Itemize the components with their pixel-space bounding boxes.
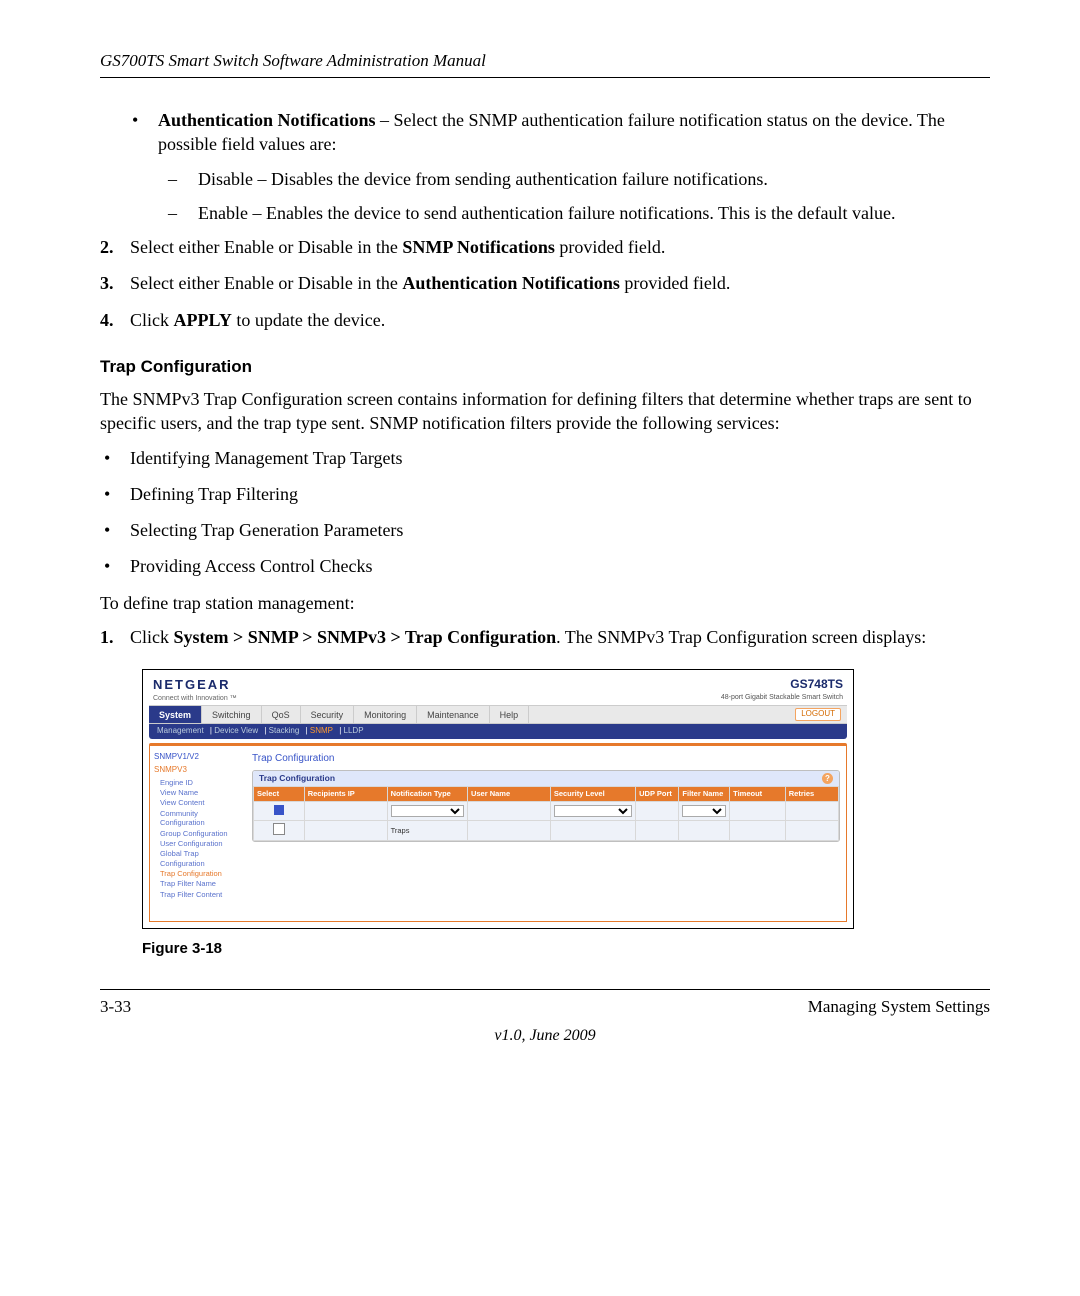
trap-config-panel: Trap Configuration ? Select Recipients I… (252, 770, 840, 843)
secondary-nav: Management | Device View | Stacking | SN… (149, 724, 847, 739)
service-item: Defining Trap Filtering (130, 482, 990, 506)
table-row: Traps (254, 821, 839, 841)
panel-title: Trap Configuration (259, 773, 335, 784)
step-4: 4. Click APPLY to update the device. (130, 308, 990, 332)
figure-caption: Figure 3-18 (142, 939, 990, 959)
step-3: 3. Select either Enable or Disable in th… (130, 271, 990, 295)
auth-notifications-item: Authentication Notifications – Select th… (158, 108, 990, 225)
sidebar-item-user-config[interactable]: User Configuration (160, 839, 244, 848)
footer-row: 3-33 Managing System Settings (100, 996, 990, 1019)
brand-logo: NETGEAR (153, 676, 237, 694)
option-disable: Disable – Disables the device from sendi… (198, 167, 990, 191)
model-name: GS748TS (721, 676, 843, 692)
content-area: SNMPV1/V2 SNMPV3 Engine ID View Name Vie… (149, 746, 847, 922)
col-timeout: Timeout (730, 787, 786, 802)
col-recipients-ip: Recipients IP (304, 787, 387, 802)
brand-block: NETGEAR Connect with Innovation ™ (153, 676, 237, 703)
primary-nav: System Switching QoS Security Monitoring… (149, 705, 847, 724)
page-number: 3-33 (100, 996, 131, 1019)
figure-3-18: NETGEAR Connect with Innovation ™ GS748T… (142, 669, 854, 929)
footer-rule (100, 989, 990, 990)
table-header-row: Select Recipients IP Notification Type U… (254, 787, 839, 802)
tab-switching[interactable]: Switching (202, 706, 262, 723)
model-desc: 48-port Gigabit Stackable Smart Switch (721, 693, 843, 702)
services-list: Identifying Management Trap Targets Defi… (100, 446, 990, 579)
table-row (254, 802, 839, 821)
model-block: GS748TS 48-port Gigabit Stackable Smart … (721, 676, 843, 702)
tab-help[interactable]: Help (490, 706, 530, 723)
sidebar-item-engine-id[interactable]: Engine ID (160, 778, 244, 787)
sidebar-cat-snmpv3[interactable]: SNMPV3 (154, 765, 244, 776)
main-title: Trap Configuration (252, 752, 840, 766)
sidebar-item-community-config[interactable]: Community Configuration (160, 809, 244, 828)
section-name: Managing System Settings (808, 996, 990, 1019)
step-2: 2. Select either Enable or Disable in th… (130, 235, 990, 259)
service-item: Providing Access Control Checks (130, 554, 990, 578)
auth-notif-options: Disable – Disables the device from sendi… (158, 167, 990, 226)
sidebar-item-trap-filter-content[interactable]: Trap Filter Content (160, 890, 244, 899)
tab-security[interactable]: Security (301, 706, 355, 723)
option-enable: Enable – Enables the device to send auth… (198, 201, 990, 225)
tab-qos[interactable]: QoS (262, 706, 301, 723)
subnav-management[interactable]: Management (157, 726, 204, 735)
procedure-steps-b: 1. Click System > SNMP > SNMPv3 > Trap C… (100, 625, 990, 649)
sidebar-item-view-name[interactable]: View Name (160, 788, 244, 797)
sidebar-item-view-content[interactable]: View Content (160, 798, 244, 807)
step-1: 1. Click System > SNMP > SNMPv3 > Trap C… (130, 625, 990, 649)
trap-leadin: To define trap station management: (100, 591, 990, 615)
tab-maintenance[interactable]: Maintenance (417, 706, 490, 723)
trap-config-intro: The SNMPv3 Trap Configuration screen con… (100, 387, 990, 436)
security-level-select[interactable] (554, 805, 632, 817)
subnav-snmp[interactable]: SNMP (310, 726, 333, 735)
running-header: GS700TS Smart Switch Software Administra… (100, 50, 990, 73)
subnav-device-view[interactable]: Device View (214, 726, 258, 735)
trap-table: Select Recipients IP Notification Type U… (253, 786, 839, 841)
col-security-level: Security Level (550, 787, 635, 802)
sidebar-cat-snmpv1v2[interactable]: SNMPV1/V2 (154, 752, 244, 763)
brand-tagline: Connect with Innovation ™ (153, 694, 237, 703)
main-panel: Trap Configuration Trap Configuration ? … (248, 746, 846, 921)
filter-name-select[interactable] (682, 805, 726, 817)
subnav-stacking[interactable]: Stacking (269, 726, 300, 735)
trap-config-heading: Trap Configuration (100, 356, 990, 379)
help-icon[interactable]: ? (822, 773, 833, 784)
tab-system[interactable]: System (149, 706, 202, 723)
subnav-lldp[interactable]: LLDP (344, 726, 364, 735)
logout-button[interactable]: LOGOUT (795, 708, 841, 721)
service-item: Identifying Management Trap Targets (130, 446, 990, 470)
row-checkbox[interactable] (273, 823, 285, 835)
col-select: Select (254, 787, 305, 802)
col-filter-name: Filter Name (679, 787, 730, 802)
procedure-steps-a: 2. Select either Enable or Disable in th… (100, 235, 990, 332)
col-notification-type: Notification Type (387, 787, 467, 802)
header-rule (100, 77, 990, 78)
sidebar-item-global-trap-config[interactable]: Global Trap Configuration (160, 849, 244, 868)
sidebar-item-group-config[interactable]: Group Configuration (160, 829, 244, 838)
screenshot: NETGEAR Connect with Innovation ™ GS748T… (142, 669, 854, 929)
sidebar-item-trap-config[interactable]: Trap Configuration (160, 869, 244, 878)
sidebar-item-trap-filter-name[interactable]: Trap Filter Name (160, 879, 244, 888)
select-all-icon[interactable] (274, 805, 284, 815)
field-description-list: Authentication Notifications – Select th… (100, 108, 990, 225)
col-udp-port: UDP Port (636, 787, 679, 802)
col-retries: Retries (785, 787, 838, 802)
sidebar: SNMPV1/V2 SNMPV3 Engine ID View Name Vie… (150, 746, 248, 921)
col-user-name: User Name (467, 787, 550, 802)
tab-monitoring[interactable]: Monitoring (354, 706, 417, 723)
cell-notification-type: Traps (387, 821, 467, 841)
service-item: Selecting Trap Generation Parameters (130, 518, 990, 542)
notification-type-select[interactable] (391, 805, 464, 817)
doc-version: v1.0, June 2009 (100, 1025, 990, 1047)
auth-notif-title: Authentication Notifications (158, 110, 376, 130)
